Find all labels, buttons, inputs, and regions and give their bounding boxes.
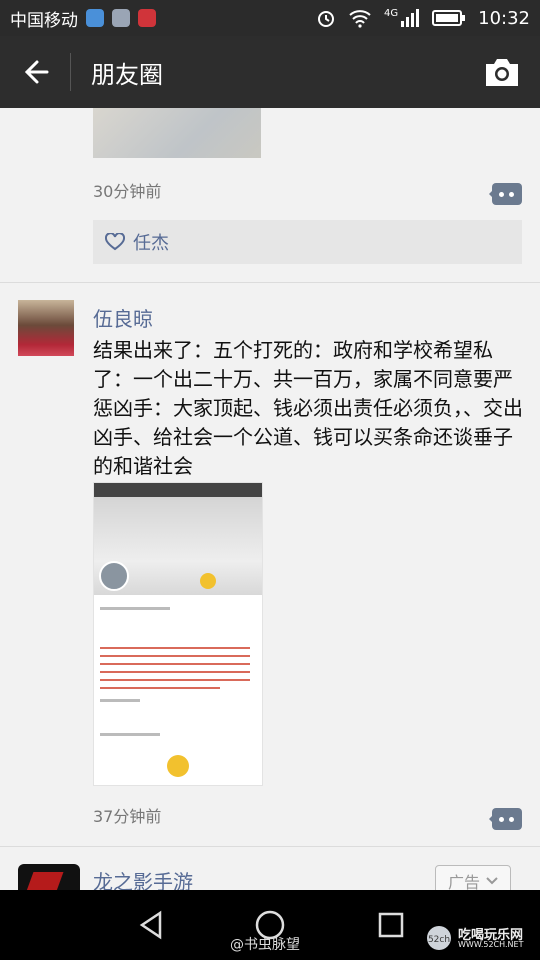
screenshot-text-line: [100, 647, 250, 649]
dot-icon: [509, 192, 514, 197]
dot-icon: [509, 817, 514, 822]
camera-button[interactable]: [482, 54, 522, 90]
post-divider: [0, 846, 540, 847]
screenshot-text-line: [100, 699, 140, 702]
dot-icon: [499, 192, 504, 197]
post-author[interactable]: 伍良晾: [93, 303, 153, 332]
site-url: WWW.52CH.NET: [458, 940, 524, 949]
wifi-icon: [349, 10, 371, 28]
battery-icon: [432, 10, 466, 26]
heart-icon: [105, 233, 125, 251]
screenshot-plus-icon: [167, 755, 189, 777]
screenshot-text-line: [100, 733, 160, 736]
avatar[interactable]: [18, 300, 74, 356]
recents-nav-icon[interactable]: [374, 908, 408, 942]
post-image[interactable]: [93, 482, 263, 786]
back-nav-icon[interactable]: [134, 908, 168, 942]
site-watermark: 52ch 吃喝玩乐网 WWW.52CH.NET: [424, 924, 536, 954]
back-arrow-icon: [24, 60, 49, 84]
back-button[interactable]: [0, 36, 70, 108]
title-bar: 朋友圈: [0, 36, 540, 108]
screenshot-header-area: [94, 483, 262, 595]
network-type-label: 4G: [384, 7, 399, 19]
signal-icon: [401, 9, 420, 27]
chevron-down-icon: [486, 877, 498, 885]
screenshot-avatar: [99, 561, 129, 591]
post-time: 37分钟前: [93, 807, 162, 826]
screenshot-text-line: [100, 655, 250, 657]
app-notification-icon: [86, 9, 104, 27]
svg-text:52ch: 52ch: [428, 935, 450, 945]
app-notification-icon: [112, 9, 130, 27]
title-divider: [70, 53, 71, 91]
screenshot-text-line: [100, 687, 220, 689]
screenshot-statusbar: [94, 483, 262, 497]
ad-name[interactable]: 龙之影手游: [93, 866, 193, 890]
page-title: 朋友圈: [91, 60, 163, 89]
likes-section: 任杰: [93, 220, 522, 264]
camera-icon: [486, 59, 518, 86]
carrier-label: 中国移动: [10, 10, 78, 31]
moments-feed[interactable]: 30分钟前 任杰 伍良晾 结果出来了：五个打死的：政府和学校希望私了：一个出二十…: [0, 108, 540, 890]
ad-tag-label: 广告: [447, 873, 480, 890]
screenshot-text-line: [100, 679, 250, 681]
screenshot-text-line: [100, 607, 170, 610]
screenshot-text-line: [100, 671, 250, 673]
ad-tag-button[interactable]: 广告: [435, 865, 511, 890]
liker-name[interactable]: 任杰: [133, 229, 169, 255]
post-text: 结果出来了：五个打死的：政府和学校希望私了：一个出二十万、共一百万，家属不同意要…: [93, 338, 523, 478]
site-logo-icon: 52ch: [427, 926, 451, 950]
clock-label: 10:32: [478, 7, 530, 29]
post-divider: [0, 282, 540, 283]
status-bar: 中国移动 4G 10:32: [0, 0, 540, 36]
app-notification-icon: [138, 9, 156, 27]
screenshot-badge: [200, 573, 216, 589]
alarm-icon: [318, 11, 334, 27]
comment-button[interactable]: [489, 808, 522, 830]
post-time: 30分钟前: [93, 182, 162, 201]
post-image[interactable]: [93, 108, 261, 158]
dot-icon: [499, 817, 504, 822]
screenshot-text-line: [100, 663, 250, 665]
watermark-text: @书虫脉望: [230, 937, 300, 953]
ad-app-icon[interactable]: [18, 864, 80, 890]
comment-button[interactable]: [489, 183, 522, 205]
